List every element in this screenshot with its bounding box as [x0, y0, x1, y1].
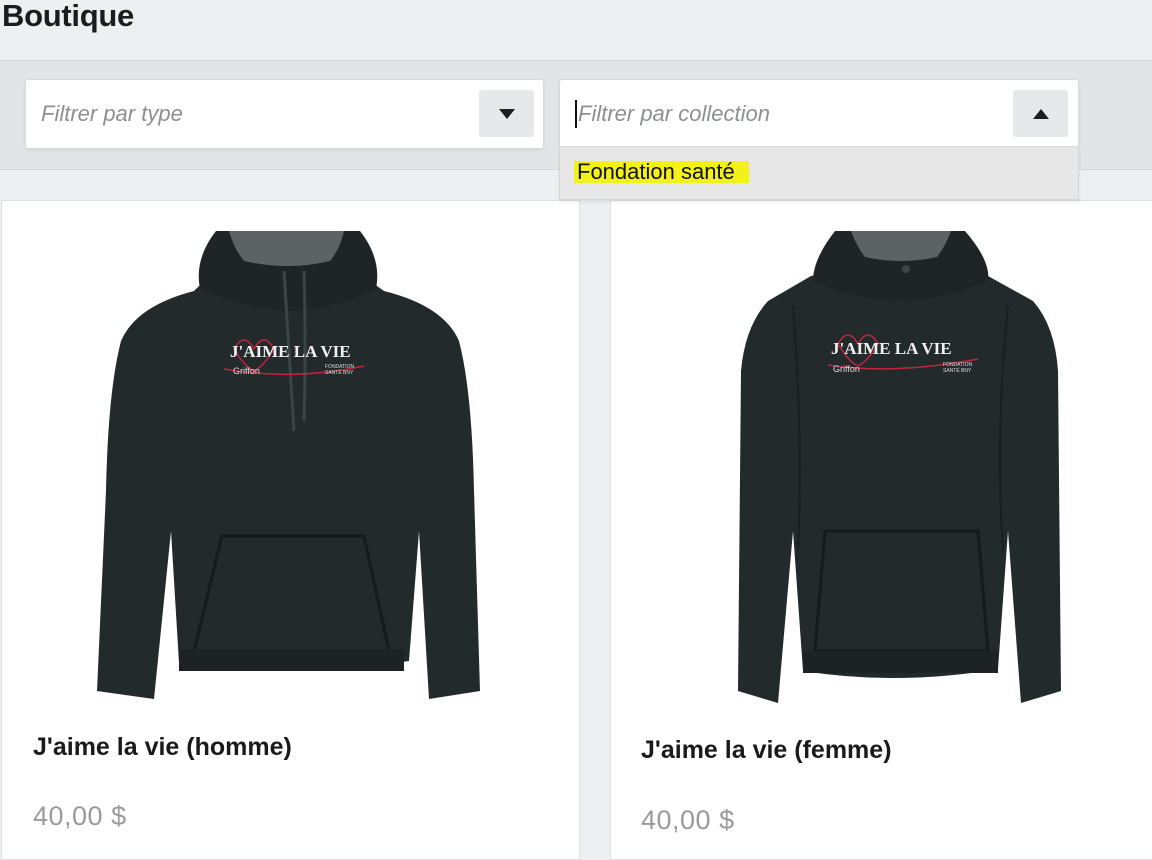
hoodie-logo-text: J'AIME LA VIE: [230, 342, 351, 361]
hoodie-women-icon[interactable]: J'AIME LA VIE Griffon FONDATION SANTÉ BN…: [733, 231, 1073, 706]
hoodie-logo-sub-right-2: SANTÉ BNY: [325, 369, 354, 376]
hoodie-logo-sub-left: Griffon: [833, 364, 860, 374]
page-title: Boutique: [2, 0, 134, 33]
collection-option-fondation-sante[interactable]: Fondation santé: [574, 159, 749, 185]
text-cursor: [575, 100, 577, 128]
collection-dropdown-menu: Fondation santé: [559, 147, 1079, 200]
product-price: 40,00 $: [33, 801, 127, 831]
product-name[interactable]: J'aime la vie (femme): [641, 736, 892, 765]
product-card[interactable]: J'AIME LA VIE Griffon FONDATION SANTÉ BN…: [1, 200, 580, 860]
type-filter-toggle-button[interactable]: [479, 90, 534, 137]
hoodie-logo-text: J'AIME LA VIE: [831, 339, 952, 358]
collection-filter-placeholder: Filtrer par collection: [578, 101, 770, 126]
hoodie-men-icon[interactable]: J'AIME LA VIE Griffon FONDATION SANTÉ BN…: [94, 231, 484, 706]
hoodie-logo-sub-right-2: SANTÉ BNY: [943, 367, 972, 374]
collection-filter-toggle-button[interactable]: [1013, 90, 1068, 137]
product-name[interactable]: J'aime la vie (homme): [33, 733, 292, 762]
type-filter-select[interactable]: Filtrer par type: [25, 79, 544, 149]
hoodie-logo-sub-left: Griffon: [233, 366, 260, 376]
chevron-down-icon: [498, 108, 515, 119]
product-price: 40,00 $: [641, 805, 735, 835]
collection-filter-select[interactable]: Filtrer par collection: [559, 79, 1079, 147]
type-filter-placeholder: Filtrer par type: [41, 101, 183, 126]
product-card[interactable]: J'AIME LA VIE Griffon FONDATION SANTÉ BN…: [610, 200, 1152, 860]
chevron-up-icon: [1032, 108, 1049, 119]
